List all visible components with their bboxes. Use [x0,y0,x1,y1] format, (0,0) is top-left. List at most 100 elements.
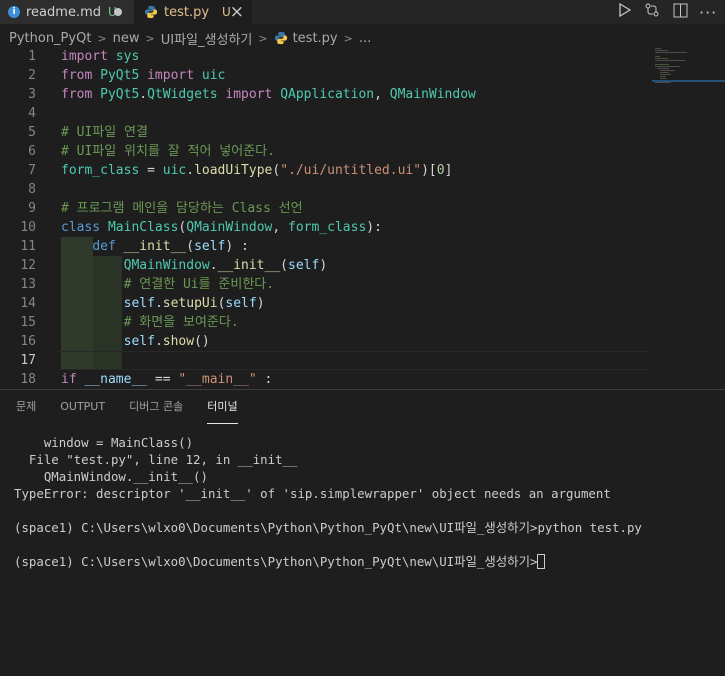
code-text: from PyQt5 import uic [61,68,226,83]
code-line[interactable]: 7 form_class = uic.loadUiType("./ui/untit… [0,161,648,180]
python-file-icon [274,31,287,45]
tab-label: test.py [164,4,210,20]
minimap-line [655,82,672,83]
code-line[interactable]: 1 import sys [0,47,648,66]
terminal-line: window = MainClass() [14,435,194,450]
breadcrumb-item[interactable]: UI파일_생성하기 [161,29,253,48]
python-file-icon [144,5,158,19]
code-text: # UI파일 연결 [61,125,148,140]
terminal-line: QMainWindow.__init__() [14,469,208,484]
code-text: # 화면을 보여준다. [123,315,239,330]
code-line[interactable]: 9 # 프로그램 메인을 담당하는 Class 선언 [0,199,648,218]
chevron-right-icon: > [97,31,107,45]
code-text: QMainWindow.__init__(self) [123,258,328,273]
breadcrumb-item[interactable]: Python_PyQt [9,31,91,46]
info-icon: i [8,6,20,18]
compare-changes-icon[interactable] [643,2,661,22]
code-text: def __init__(self) : [92,239,249,254]
minimap-line [655,58,668,59]
code-text: from PyQt5.QtWidgets import QApplication… [61,87,476,102]
code-line[interactable]: 10 class MainClass(QMainWindow, form_clas… [0,218,648,237]
code-line[interactable]: 2 from PyQt5 import uic [0,66,648,85]
editor-actions: ··· [615,0,717,24]
code-line[interactable]: 4 [0,104,648,123]
code-line[interactable]: 5 # UI파일 연결 [0,123,648,142]
code-line[interactable]: 18 if __name__ == "__main__" : [0,370,648,386]
line-number: 4 [28,106,36,121]
minimap-line [659,78,667,79]
terminal-output[interactable]: window = MainClass() File "test.py", lin… [14,434,642,570]
minimap-line [655,52,687,53]
breadcrumb-item[interactable]: ... [359,31,371,46]
minimap-line [657,68,670,69]
minimap-line [659,76,667,77]
tab-test-py[interactable]: test.py U × [134,0,252,24]
minimap-line [655,56,661,57]
minimap-line [659,74,671,75]
code-line[interactable]: 11 def __init__(self) : [0,237,648,256]
line-number: 9 [28,201,36,216]
close-tab-icon[interactable]: × [230,2,244,22]
minimap-line [655,50,668,51]
code-text: import sys [61,49,140,64]
code-line[interactable]: 8 [0,180,648,199]
code-text: self.show() [123,334,210,349]
code-editor[interactable]: 1 import sys 2 from PyQt5 import uic 3 from P… [0,46,725,386]
breadcrumb-item[interactable]: new [113,31,140,46]
code-line[interactable]: 6 # UI파일 위치를 잘 적어 넣어준다. [0,142,648,161]
line-number: 18 [20,372,36,386]
breadcrumb-item[interactable]: test.py [293,31,338,46]
minimap-line [655,60,685,61]
more-actions-icon[interactable]: ··· [699,3,717,22]
code-text: # 프로그램 메인을 담당하는 Class 선언 [61,201,303,216]
minimap-line [659,72,669,73]
line-number: 17 [20,353,36,368]
split-editor-icon[interactable] [671,3,689,22]
code-text: # 연결한 Ui를 준비한다. [123,277,275,292]
tab-readme[interactable]: i readme.md U [0,0,134,24]
terminal-line: (space1) C:\Users\wlxo0\Documents\Python… [14,553,642,570]
editor-tab-bar: i readme.md U test.py U × ··· [0,0,725,24]
line-number: 16 [20,334,36,349]
tab-label: readme.md [26,4,101,20]
chevron-right-icon: > [343,31,353,45]
code-text: # UI파일 위치를 잘 적어 넣어준다. [61,144,275,159]
code-line[interactable]: 12 QMainWindow.__init__(self) [0,256,648,275]
code-line[interactable]: 3 from PyQt5.QtWidgets import QApplicatio… [0,85,648,104]
line-number: 6 [28,144,36,159]
terminal-cursor [537,554,546,569]
chevron-right-icon: > [258,31,268,45]
code-line[interactable]: 16 self.show() [0,332,648,351]
code-line[interactable]: 15 # 화면을 보여준다. [0,313,648,332]
code-text: if __name__ == "__main__" : [61,372,273,386]
line-number: 12 [20,258,36,273]
tab-terminal[interactable]: 터미널 [207,390,238,424]
line-number: 1 [28,49,36,64]
line-number: 2 [28,68,36,83]
code-line[interactable]: 17 [0,351,648,370]
tab-problems[interactable]: 문제 [16,390,36,424]
minimap[interactable] [652,46,725,386]
bottom-panel: 문제 OUTPUT 디버그 콘솔 터미널 window = MainClass(… [0,389,725,676]
minimap-viewport[interactable] [652,80,725,82]
code-text: form_class = uic.loadUiType("./ui/untitl… [61,163,453,178]
run-icon[interactable] [615,2,633,21]
code-text: class MainClass(QMainWindow, form_class)… [61,220,382,235]
line-number: 3 [28,87,36,102]
minimap-line [659,70,676,71]
line-number: 7 [28,163,36,178]
tab-output[interactable]: OUTPUT [60,390,105,424]
code-text: self.setupUi(self) [123,296,265,311]
code-line[interactable]: 13 # 연결한 Ui를 준비한다. [0,275,648,294]
panel-tabs: 문제 OUTPUT 디버그 콘솔 터미널 [0,390,246,424]
unsaved-dot-icon[interactable] [114,8,122,16]
minimap-line [655,66,680,67]
terminal-line: (space1) C:\Users\wlxo0\Documents\Python… [14,520,642,535]
line-number: 8 [28,182,36,197]
line-number: 13 [20,277,36,292]
code-line[interactable]: 14 self.setupUi(self) [0,294,648,313]
line-number: 15 [20,315,36,330]
tab-debug-console[interactable]: 디버그 콘솔 [129,390,183,424]
